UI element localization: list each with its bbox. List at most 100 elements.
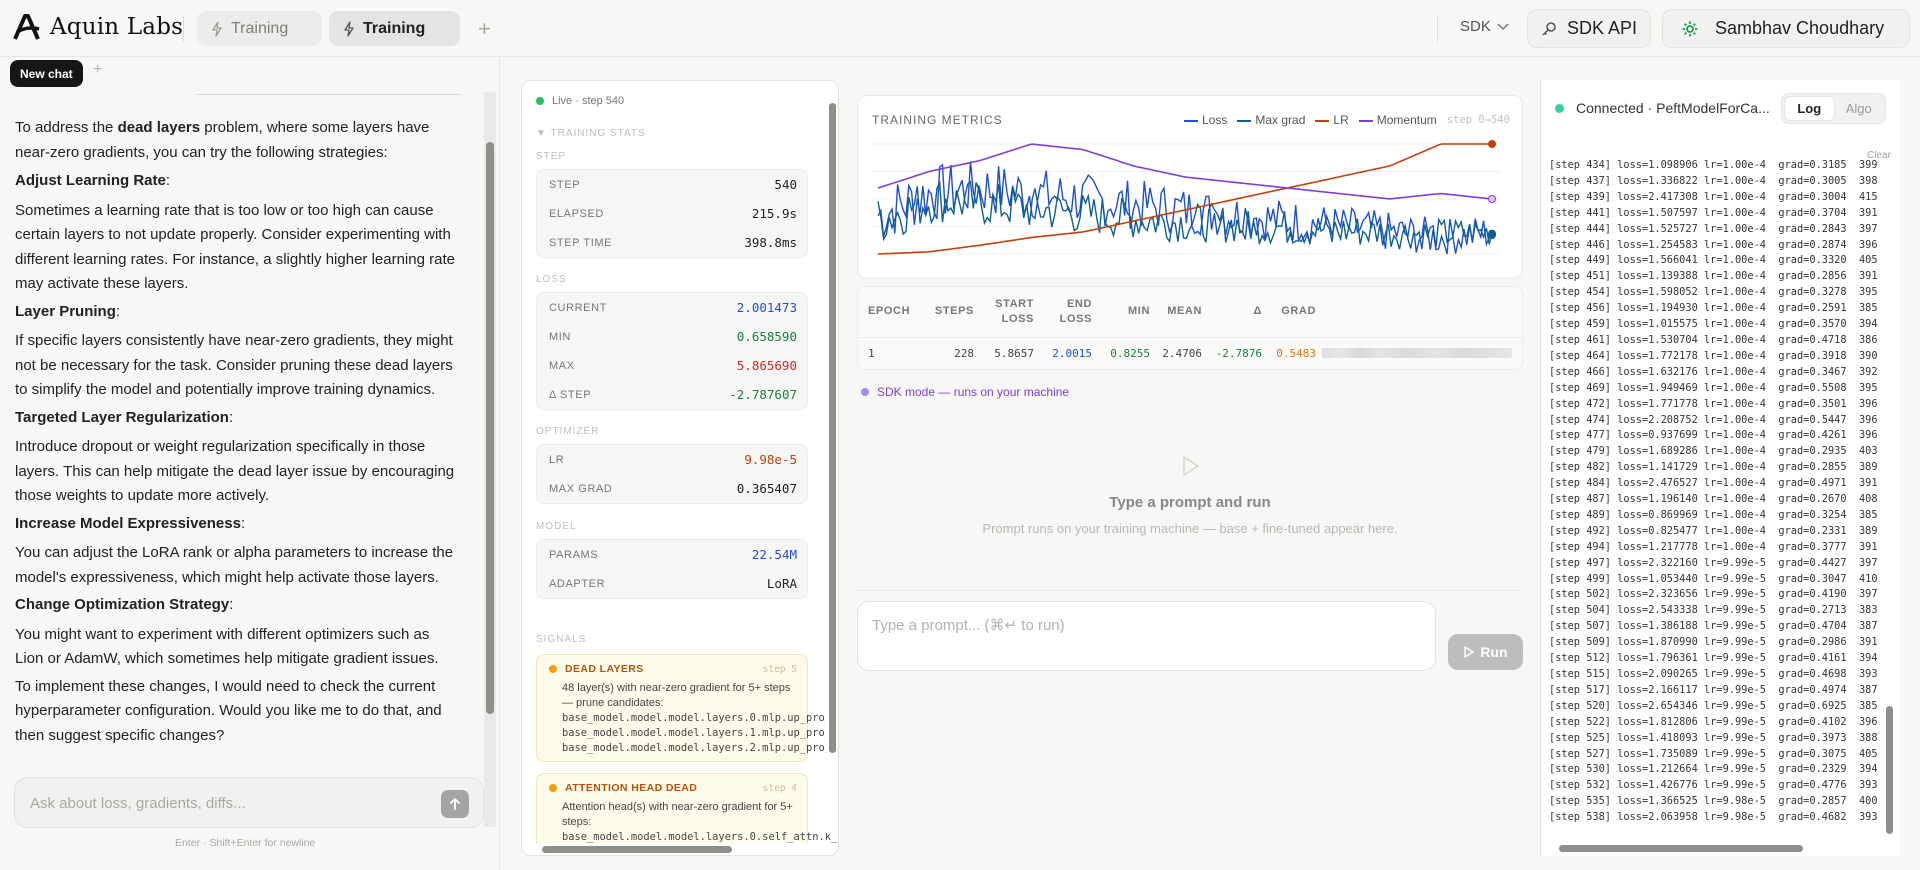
- strategy-title: Layer Pruning:: [15, 302, 121, 320]
- log-line: [step 484] loss=2.476527 lr=1.00e-4 grad…: [1549, 477, 1878, 490]
- col-min: MIN: [1098, 287, 1156, 338]
- tab-training-1[interactable]: Training: [197, 11, 322, 46]
- assistant-message: To address the dead layers problem, wher…: [15, 116, 461, 748]
- step-range: step 0→540: [1446, 114, 1510, 126]
- log-line: [step 522] loss=1.812806 lr=9.99e-5 grad…: [1549, 715, 1878, 728]
- log-line: [step 509] loss=1.870990 lr=9.99e-5 grad…: [1549, 636, 1878, 649]
- legend-loss[interactable]: Loss: [1184, 113, 1227, 127]
- step-stats: STEP 540 ELAPSED 215.9s STEP TIME 398.8ms: [536, 169, 808, 258]
- stats-h-scrollbar-thumb[interactable]: [542, 846, 732, 853]
- user-menu[interactable]: Sambhav Choudhary: [1662, 9, 1910, 48]
- legend-lr[interactable]: LR: [1315, 113, 1349, 127]
- strategy-body: Sometimes a learning rate that is too lo…: [15, 201, 455, 293]
- message-intro: To address the dead layers problem, wher…: [15, 116, 461, 165]
- sdk-label: SDK: [1460, 18, 1491, 35]
- live-label: Live · step 540: [552, 95, 625, 107]
- metrics-chart[interactable]: [872, 136, 1510, 266]
- chat-input[interactable]: [30, 792, 420, 814]
- strategy-body: You might want to experiment with differ…: [15, 625, 439, 668]
- table-row[interactable]: 1 228 5.8657 2.0015 0.8255 2.4706 -2.787…: [858, 337, 1522, 369]
- sdk-api-button[interactable]: SDK API: [1527, 9, 1651, 48]
- tab-label: Training: [363, 19, 426, 37]
- signal-item: base_model.model.model.layers.0.mlp.up_p…: [562, 712, 839, 724]
- strategy-body: You can adjust the LoRA rank or alpha pa…: [15, 544, 454, 586]
- col-epoch: EPOCH: [858, 287, 920, 338]
- sdk-dropdown[interactable]: SDK: [1460, 18, 1509, 35]
- strategy-title: Targeted Layer Regularization:: [15, 408, 234, 426]
- run-button[interactable]: Run: [1448, 634, 1523, 670]
- chat-divider: [196, 94, 461, 95]
- stats-h-scrollbar[interactable]: [522, 843, 826, 855]
- sdk-mode-label: SDK mode — runs on your machine: [861, 385, 1069, 399]
- signal-dead-layers[interactable]: DEAD LAYERS step 5 48 layer(s) with near…: [536, 654, 839, 762]
- optimizer-group-label: OPTIMIZER: [536, 426, 600, 437]
- signal-attention-head-dead[interactable]: ATTENTION HEAD DEAD step 4 Attention hea…: [536, 773, 838, 853]
- log-line: [step 461] loss=1.530704 lr=1.00e-4 grad…: [1549, 333, 1878, 346]
- play-icon: [1464, 646, 1475, 658]
- col-start-loss: START LOSS: [980, 287, 1040, 338]
- log-line: [step 504] loss=2.543338 lr=9.99e-5 grad…: [1549, 604, 1878, 617]
- optimizer-stats: LR 9.98e-5 MAX GRAD 0.365407: [536, 444, 808, 504]
- logo[interactable]: Aquin Labs: [12, 12, 183, 42]
- intro-bold: dead layers: [117, 119, 201, 136]
- stat-step: STEP 540: [549, 177, 797, 192]
- log-line: [step 469] loss=1.949469 lr=1.00e-4 grad…: [1549, 381, 1878, 394]
- cell-delta: -2.7876: [1215, 346, 1262, 360]
- message-closing: To implement these changes, I would need…: [15, 677, 442, 744]
- stats-section-toggle[interactable]: ▼ TRAINING STATS: [536, 128, 646, 139]
- log-line: [step 520] loss=2.654346 lr=9.99e-5 grad…: [1549, 699, 1878, 712]
- chat-scrollbar[interactable]: [484, 92, 496, 827]
- tab-log[interactable]: Log: [1784, 96, 1835, 121]
- cell-grad-bar: [1322, 337, 1522, 369]
- tab-label: Training: [231, 19, 289, 37]
- legend-max-grad[interactable]: Max grad: [1237, 113, 1305, 127]
- log-line: [step 517] loss=2.166117 lr=9.99e-5 grad…: [1549, 683, 1878, 696]
- prompt-input[interactable]: [872, 616, 1412, 656]
- tab-algo[interactable]: Algo: [1835, 96, 1884, 121]
- log-scrollbar-thumb[interactable]: [1886, 706, 1893, 834]
- log-line: [step 499] loss=1.053440 lr=9.99e-5 grad…: [1549, 572, 1878, 585]
- table-header-row: EPOCH STEPS START LOSS END LOSS MIN MEAN…: [858, 287, 1522, 338]
- aquin-logo-icon: [13, 14, 40, 40]
- new-chat-button[interactable]: New chat: [10, 60, 83, 87]
- chat-scrollbar-thumb[interactable]: [486, 142, 494, 714]
- stat-max: MAX 5.865690: [549, 358, 797, 373]
- live-status: Live · step 540: [536, 95, 624, 107]
- col-grad: GRAD: [1268, 287, 1322, 338]
- tab-training-2[interactable]: Training: [329, 11, 460, 46]
- stats-scrollbar-thumb[interactable]: [829, 103, 836, 753]
- log-line: [step 487] loss=1.196140 lr=1.00e-4 grad…: [1549, 493, 1878, 506]
- log-line: [step 527] loss=1.735089 lr=9.99e-5 grad…: [1549, 747, 1878, 760]
- inference-empty-state: Type a prompt and run Prompt runs on you…: [857, 455, 1523, 536]
- series-line-max-grad: [877, 180, 1493, 250]
- stat-params: PARAMS 22.54M: [549, 547, 797, 562]
- log-scrollbar[interactable]: [1883, 166, 1895, 842]
- series-endpoint-max-grad: [1488, 229, 1496, 238]
- strategy-title: Adjust Learning Rate:: [15, 172, 171, 189]
- log-algo-toggle: Log Algo: [1781, 93, 1886, 124]
- connection-label: Connected · PeftModelForCa...: [1576, 100, 1770, 116]
- stats-scrollbar[interactable]: [826, 81, 838, 833]
- legend-momentum[interactable]: Momentum: [1358, 113, 1437, 127]
- model-stats: PARAMS 22.54M ADAPTER LoRA: [536, 539, 808, 599]
- metrics-legend: Loss Max grad LR Momentum step 0→540: [1184, 113, 1510, 127]
- log-line: [step 530] loss=1.212664 lr=9.99e-5 grad…: [1549, 763, 1878, 776]
- log-line: [step 459] loss=1.015575 lr=1.00e-4 grad…: [1549, 318, 1878, 331]
- cell-steps: 228: [954, 346, 974, 360]
- signal-title: ATTENTION HEAD DEAD: [565, 782, 698, 794]
- log-h-scrollbar-thumb[interactable]: [1559, 845, 1803, 852]
- add-chat-plus-icon[interactable]: +: [93, 61, 102, 79]
- empty-title: Type a prompt and run: [1109, 494, 1271, 511]
- signal-desc: Attention head(s) with near-zero gradien…: [562, 801, 793, 828]
- log-line: [step 451] loss=1.139388 lr=1.00e-4 grad…: [1549, 270, 1878, 283]
- signal-desc: 48 layer(s) with near-zero gradient for …: [562, 682, 791, 709]
- new-tab-plus-icon[interactable]: +: [478, 16, 491, 42]
- loss-group-label: LOSS: [536, 274, 567, 285]
- user-name: Sambhav Choudhary: [1715, 18, 1885, 38]
- log-h-scrollbar[interactable]: [1541, 842, 1883, 854]
- series-endpoint-lr: [1488, 140, 1496, 148]
- send-button[interactable]: [441, 790, 469, 818]
- chevron-down-icon: [1497, 22, 1509, 30]
- log-line: [step 472] loss=1.771778 lr=1.00e-4 grad…: [1549, 397, 1878, 410]
- log-line: [step 492] loss=0.825477 lr=1.00e-4 grad…: [1549, 524, 1878, 537]
